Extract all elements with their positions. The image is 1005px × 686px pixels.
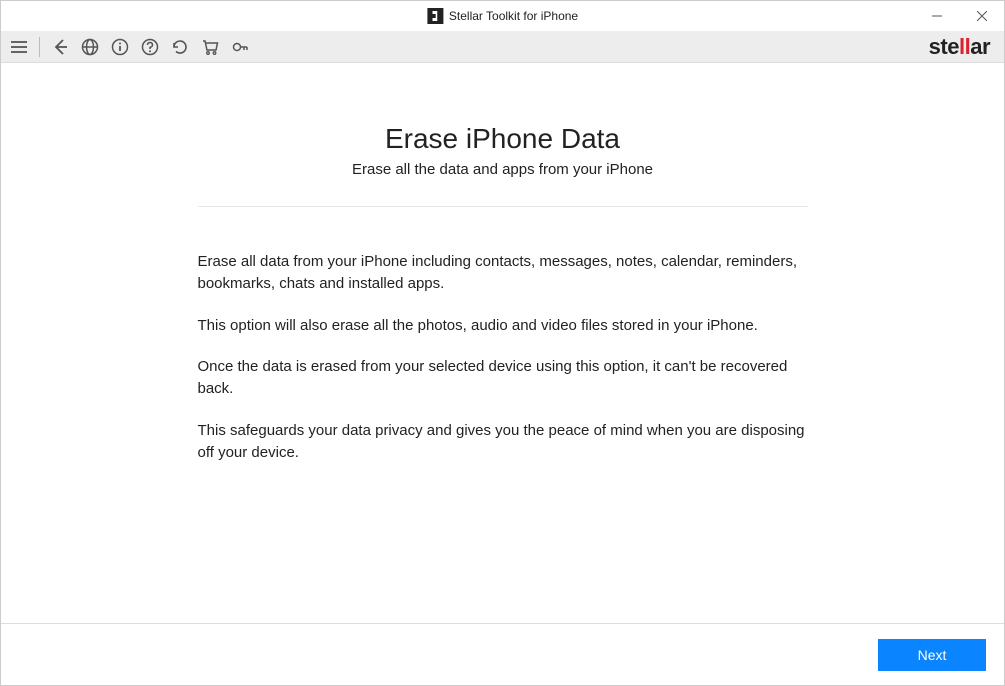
- refresh-icon[interactable]: [170, 37, 190, 57]
- page-subheading: Erase all the data and apps from your iP…: [352, 161, 653, 178]
- app-icon: [427, 8, 443, 24]
- window-title: Stellar Toolkit for iPhone: [449, 9, 578, 23]
- paragraph-3: Once the data is erased from your select…: [198, 356, 808, 400]
- minimize-button[interactable]: [914, 1, 959, 31]
- close-button[interactable]: [959, 1, 1004, 31]
- next-button[interactable]: Next: [878, 639, 986, 671]
- back-icon[interactable]: [50, 37, 70, 57]
- cart-icon[interactable]: [200, 37, 220, 57]
- menu-icon[interactable]: [9, 37, 29, 57]
- toolbar: stellar: [1, 31, 1004, 63]
- help-icon[interactable]: [140, 37, 160, 57]
- brand-suffix: ar: [970, 34, 990, 59]
- brand-logo: stellar: [929, 34, 996, 60]
- brand-accent: ll: [959, 34, 970, 59]
- main-content: Erase iPhone Data Erase all the data and…: [1, 63, 1004, 623]
- info-icon[interactable]: [110, 37, 130, 57]
- toolbar-separator: [39, 37, 40, 57]
- globe-icon[interactable]: [80, 37, 100, 57]
- body-text: Erase all data from your iPhone includin…: [198, 251, 808, 483]
- brand-prefix: ste: [929, 34, 959, 59]
- window-controls: [914, 1, 1004, 31]
- paragraph-2: This option will also erase all the phot…: [198, 315, 808, 337]
- key-icon[interactable]: [230, 37, 250, 57]
- paragraph-1: Erase all data from your iPhone includin…: [198, 251, 808, 295]
- page-heading: Erase iPhone Data: [385, 123, 620, 155]
- paragraph-4: This safeguards your data privacy and gi…: [198, 420, 808, 464]
- titlebar: Stellar Toolkit for iPhone: [1, 1, 1004, 31]
- footer: Next: [1, 623, 1004, 685]
- divider: [198, 206, 808, 207]
